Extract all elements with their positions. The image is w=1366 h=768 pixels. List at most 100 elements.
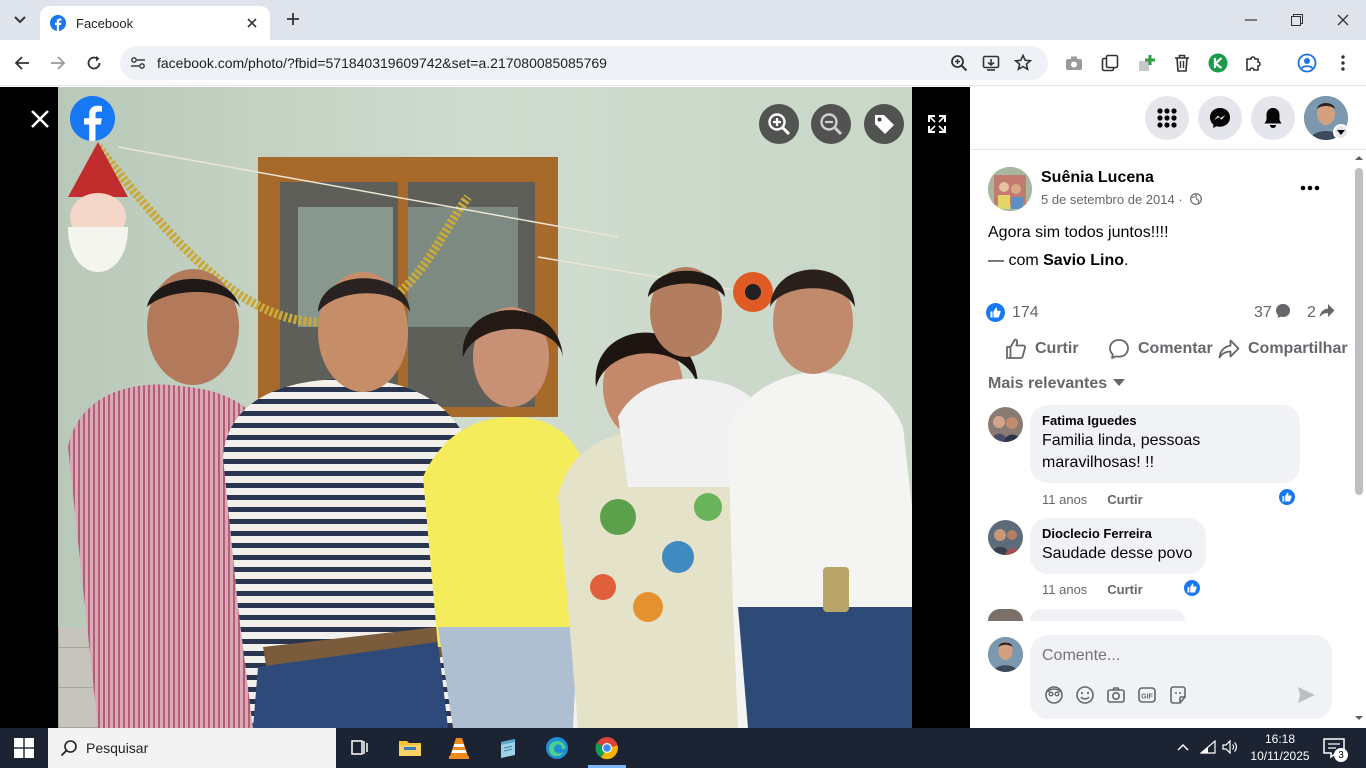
zoom-out-button[interactable] bbox=[811, 104, 851, 144]
notepad-app-button[interactable] bbox=[494, 734, 522, 762]
scrollbar-thumb[interactable] bbox=[1355, 168, 1363, 495]
like-count[interactable]: 174 bbox=[1012, 304, 1039, 322]
commenter-avatar-image bbox=[988, 407, 1023, 442]
menu-button[interactable] bbox=[1145, 96, 1189, 140]
comment-like-reaction-icon[interactable] bbox=[1182, 578, 1202, 598]
comment-avatar-partial[interactable] bbox=[988, 609, 1023, 621]
restore-icon bbox=[1291, 14, 1303, 26]
forward-button[interactable] bbox=[45, 50, 71, 76]
scroll-down-icon[interactable] bbox=[1352, 713, 1366, 723]
new-tab-button[interactable] bbox=[282, 8, 304, 30]
sticker-icon[interactable] bbox=[1168, 685, 1188, 705]
k-extension-icon[interactable] bbox=[1208, 53, 1228, 73]
comment-age[interactable]: 11 anos bbox=[1042, 582, 1087, 597]
folder-icon bbox=[399, 741, 421, 756]
post-author[interactable]: Suênia Lucena bbox=[1041, 169, 1154, 187]
browser-menu-icon[interactable] bbox=[1333, 53, 1353, 73]
extensions-puzzle-icon[interactable] bbox=[1244, 53, 1264, 73]
comment-count[interactable]: 37 bbox=[1254, 303, 1291, 322]
zoom-in-button[interactable] bbox=[759, 104, 799, 144]
address-bar[interactable]: facebook.com/photo/?fbid=571840319609742… bbox=[120, 46, 1048, 80]
vlc-button[interactable] bbox=[445, 734, 473, 762]
photo[interactable] bbox=[58, 87, 912, 728]
reload-button[interactable] bbox=[81, 50, 107, 76]
comment-like-link[interactable]: Curtir bbox=[1107, 492, 1142, 507]
messenger-button[interactable] bbox=[1198, 96, 1242, 140]
task-view-button[interactable] bbox=[346, 734, 374, 762]
browser-toolbar: facebook.com/photo/?fbid=571840319609742… bbox=[0, 40, 1366, 86]
chevron-down-icon bbox=[14, 16, 26, 24]
show-hidden-icons[interactable] bbox=[1174, 738, 1192, 756]
comment-bubble: Dioclecio Ferreira Saudade desse povo bbox=[1030, 518, 1206, 574]
facebook-favicon-icon bbox=[50, 15, 66, 31]
camera-extension-icon[interactable] bbox=[1064, 53, 1084, 73]
close-window-button[interactable] bbox=[1329, 8, 1357, 32]
camera-icon[interactable] bbox=[1106, 685, 1126, 705]
screen: Facebook facebook.com/photo/?fbid=571840… bbox=[0, 0, 1366, 768]
thumbs-up-icon bbox=[1006, 338, 1026, 359]
fullscreen-icon[interactable] bbox=[926, 113, 948, 135]
windows-start-icon[interactable] bbox=[14, 738, 34, 758]
like-button[interactable]: Curtir bbox=[1005, 337, 1079, 361]
comment-button[interactable]: Comentar bbox=[1108, 337, 1213, 361]
notifications-button[interactable] bbox=[1251, 96, 1295, 140]
chrome-button[interactable] bbox=[592, 734, 622, 762]
emoji-icon[interactable] bbox=[1075, 685, 1095, 705]
commenter-name[interactable]: Dioclecio Ferreira bbox=[1042, 526, 1194, 541]
avatar-sticker-icon[interactable] bbox=[1044, 685, 1064, 705]
volume-control[interactable] bbox=[1221, 738, 1239, 756]
notepad-icon bbox=[501, 739, 515, 758]
comment-sort-dropdown[interactable]: Mais relevantes bbox=[988, 375, 1126, 393]
reload-icon bbox=[87, 56, 101, 70]
system-clock[interactable]: 16:18 10/11/2025 bbox=[1250, 731, 1310, 765]
gif-icon[interactable]: GIF bbox=[1137, 685, 1157, 705]
bookmark-star-icon[interactable] bbox=[1014, 54, 1032, 72]
post-options-button[interactable] bbox=[1300, 175, 1328, 195]
file-explorer-button[interactable] bbox=[396, 734, 424, 762]
network-status[interactable] bbox=[1199, 738, 1217, 756]
comment-input[interactable] bbox=[1042, 647, 1292, 665]
edge-button[interactable] bbox=[543, 734, 571, 762]
facebook-logo[interactable] bbox=[70, 96, 115, 141]
share-count[interactable]: 2 bbox=[1307, 303, 1335, 322]
commenter-name[interactable]: Fatima Iguedes bbox=[1042, 413, 1288, 428]
comment-avatar[interactable] bbox=[988, 520, 1023, 555]
comment-age[interactable]: 11 anos bbox=[1042, 492, 1087, 507]
clock-date: 10/11/2025 bbox=[1250, 749, 1310, 763]
close-viewer-icon[interactable] bbox=[26, 105, 54, 133]
minimize-button[interactable] bbox=[1237, 8, 1265, 32]
account-caret-icon[interactable] bbox=[1333, 124, 1349, 140]
copy-extension-icon[interactable] bbox=[1100, 53, 1120, 73]
share-button[interactable]: Compartilhar bbox=[1218, 337, 1348, 361]
taskbar-search[interactable]: Pesquisar bbox=[48, 728, 336, 768]
post-caption: Agora sim todos juntos!!!! bbox=[988, 224, 1169, 241]
comment-box[interactable]: GIF bbox=[1030, 635, 1332, 719]
scroll-up-icon[interactable] bbox=[1352, 153, 1366, 163]
comment-like-reaction-icon[interactable] bbox=[1277, 487, 1297, 507]
post-date[interactable]: 5 de setembro de 2014 · bbox=[1041, 192, 1203, 207]
tagged-person-link[interactable]: Savio Lino bbox=[1043, 252, 1124, 269]
share-label: Compartilhar bbox=[1248, 340, 1348, 357]
profile-icon[interactable] bbox=[1297, 53, 1317, 73]
author-avatar[interactable] bbox=[988, 167, 1032, 211]
tab-search-button[interactable] bbox=[6, 6, 34, 34]
site-settings-icon[interactable] bbox=[130, 55, 146, 71]
tab-facebook[interactable]: Facebook bbox=[40, 6, 270, 40]
zoom-icon[interactable] bbox=[950, 54, 968, 72]
green-plus-extension-icon[interactable] bbox=[1137, 53, 1157, 73]
comment-meta: 11 anos Curtir bbox=[1042, 582, 1143, 597]
trash-extension-icon[interactable] bbox=[1172, 53, 1192, 73]
tab-close-icon[interactable] bbox=[244, 15, 260, 31]
post-tagged-line: — com Savio Lino. bbox=[988, 247, 1128, 275]
notification-count-badge: 3 bbox=[1334, 748, 1348, 762]
comment-avatar[interactable] bbox=[988, 407, 1023, 442]
restore-button[interactable] bbox=[1283, 8, 1311, 32]
comment-like-link[interactable]: Curtir bbox=[1107, 582, 1142, 597]
tag-photo-button[interactable] bbox=[864, 104, 904, 144]
comments-scrollbar[interactable] bbox=[1352, 150, 1366, 728]
install-app-icon[interactable] bbox=[982, 54, 1000, 72]
url-text[interactable]: facebook.com/photo/?fbid=571840319609742… bbox=[157, 55, 607, 71]
like-reaction-icon[interactable] bbox=[986, 303, 1005, 322]
send-icon[interactable] bbox=[1296, 685, 1316, 705]
back-button[interactable] bbox=[9, 50, 35, 76]
